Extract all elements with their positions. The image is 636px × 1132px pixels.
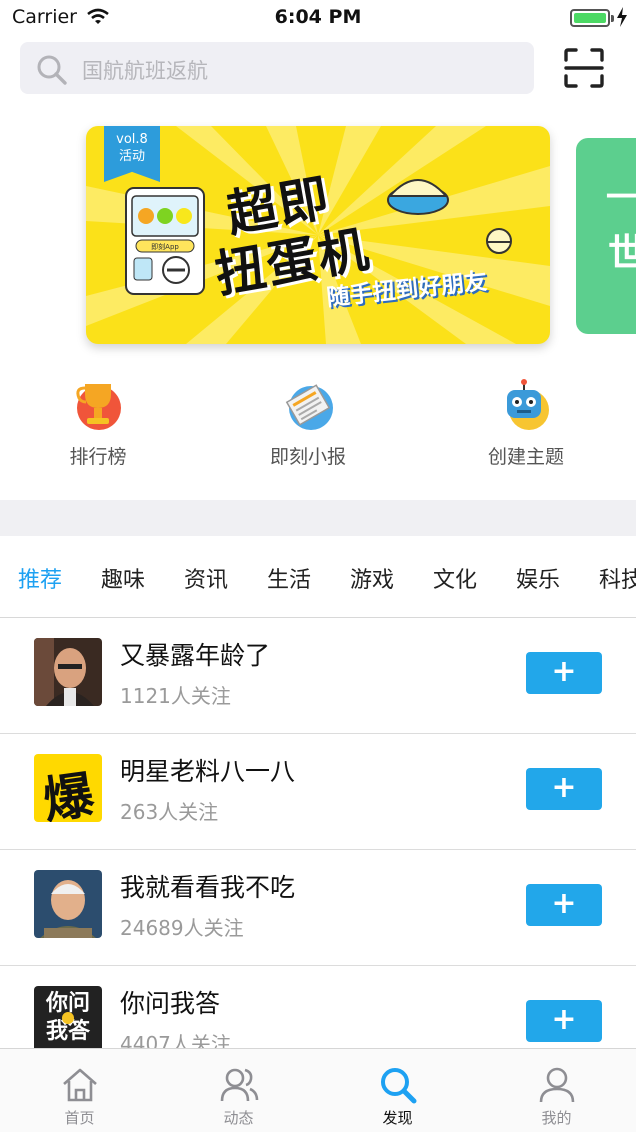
tabbar-label: 首页 (64, 1109, 95, 1127)
battery-cap (611, 15, 614, 22)
category-tabs: 推荐 趣味 资讯 生活 游戏 文化 娱乐 科技 (0, 536, 636, 618)
home-icon (62, 1068, 97, 1102)
topic-followers: 1121人关注 (120, 684, 231, 708)
quick-link-create-topic[interactable]: 创建主题 (456, 378, 596, 469)
search-icon (36, 54, 68, 90)
quick-link-ranking[interactable]: 排行榜 (28, 378, 168, 469)
avatar-dot (62, 1012, 74, 1024)
next-banner-char-1: 一 (606, 178, 636, 218)
gacha-machine-icon: 即刻App (125, 187, 205, 295)
follow-button[interactable]: + (526, 1000, 602, 1042)
quick-link-newspaper[interactable]: 即刻小报 (238, 378, 378, 469)
topic-title: 明星老料八一八 (120, 757, 296, 786)
follow-button[interactable]: + (526, 768, 602, 810)
tabbar-feed[interactable]: 动态 (159, 1049, 318, 1132)
status-bar: Carrier 6:04 PM (0, 0, 636, 36)
topic-row[interactable]: 我就看看我不吃 24689人关注 + (0, 850, 636, 966)
topic-title: 你问我答 (120, 989, 221, 1018)
battery-icon (570, 9, 610, 27)
tabbar-label: 动态 (223, 1109, 254, 1127)
topic-avatar (34, 638, 102, 706)
bottom-tab-bar: 首页 动态 发现 我的 (0, 1048, 636, 1132)
topic-title: 我就看看我不吃 (120, 873, 296, 902)
tab-recommended[interactable]: 推荐 (18, 562, 62, 594)
tabbar-label: 我的 (541, 1109, 572, 1127)
topic-row[interactable]: 又暴露年龄了 1121人关注 + (0, 618, 636, 734)
ribbon-event: 活动 (118, 149, 145, 164)
tab-entertainment[interactable]: 娱乐 (516, 562, 560, 594)
topic-avatar: 你问 我答 (34, 986, 102, 1054)
tab-fun[interactable]: 趣味 (101, 562, 145, 594)
trophy-icon (76, 384, 121, 430)
tab-tech[interactable]: 科技 (599, 562, 636, 594)
search-placeholder: 国航航班返航 (82, 59, 208, 83)
charging-icon (616, 7, 628, 31)
tabbar-home[interactable]: 首页 (0, 1049, 159, 1132)
quick-link-label: 排行榜 (69, 446, 127, 468)
newspaper-icon (285, 384, 333, 430)
section-divider (0, 500, 636, 536)
avatar-text: 爆 (39, 765, 98, 822)
ribbon-vol: vol.8 (116, 132, 148, 147)
topic-row[interactable]: 爆 明星老料八一八 263人关注 + (0, 734, 636, 850)
tabbar-label: 发现 (382, 1109, 413, 1127)
topic-title: 又暴露年龄了 (120, 641, 271, 670)
tabbar-profile[interactable]: 我的 (477, 1049, 636, 1132)
friends-icon (220, 1068, 258, 1102)
discover-search-icon (380, 1068, 416, 1104)
status-time: 6:04 PM (274, 6, 362, 28)
quick-link-label: 创建主题 (487, 446, 564, 468)
machine-label: 即刻App (151, 242, 179, 251)
tab-culture[interactable]: 文化 (433, 562, 477, 594)
follow-button[interactable]: + (526, 652, 602, 694)
banner-gacha-event[interactable]: vol.8 活动 即刻App 超即 扭蛋机 随手扭到好朋友 (86, 126, 550, 344)
tab-life[interactable]: 生活 (267, 562, 311, 594)
quick-link-label: 即刻小报 (269, 446, 346, 468)
search-input[interactable]: 国航航班返航 (20, 42, 534, 94)
topic-followers: 24689人关注 (120, 916, 244, 940)
scan-qr-button[interactable] (562, 46, 606, 90)
tabbar-discover[interactable]: 发现 (318, 1049, 477, 1132)
capsule-icon (387, 179, 449, 215)
next-banner-char-2: 世 (608, 231, 636, 275)
tab-games[interactable]: 游戏 (350, 562, 394, 594)
scan-icon (564, 48, 604, 88)
topic-followers: 263人关注 (120, 800, 219, 824)
follow-button[interactable]: + (526, 884, 602, 926)
topic-avatar: 爆 (34, 754, 102, 822)
tab-news[interactable]: 资讯 (184, 562, 228, 594)
small-capsule-icon (486, 228, 512, 254)
robot-icon (507, 379, 549, 430)
profile-icon (539, 1067, 574, 1103)
banner-next-preview[interactable]: 一 世 (576, 138, 636, 334)
topic-avatar (34, 870, 102, 938)
